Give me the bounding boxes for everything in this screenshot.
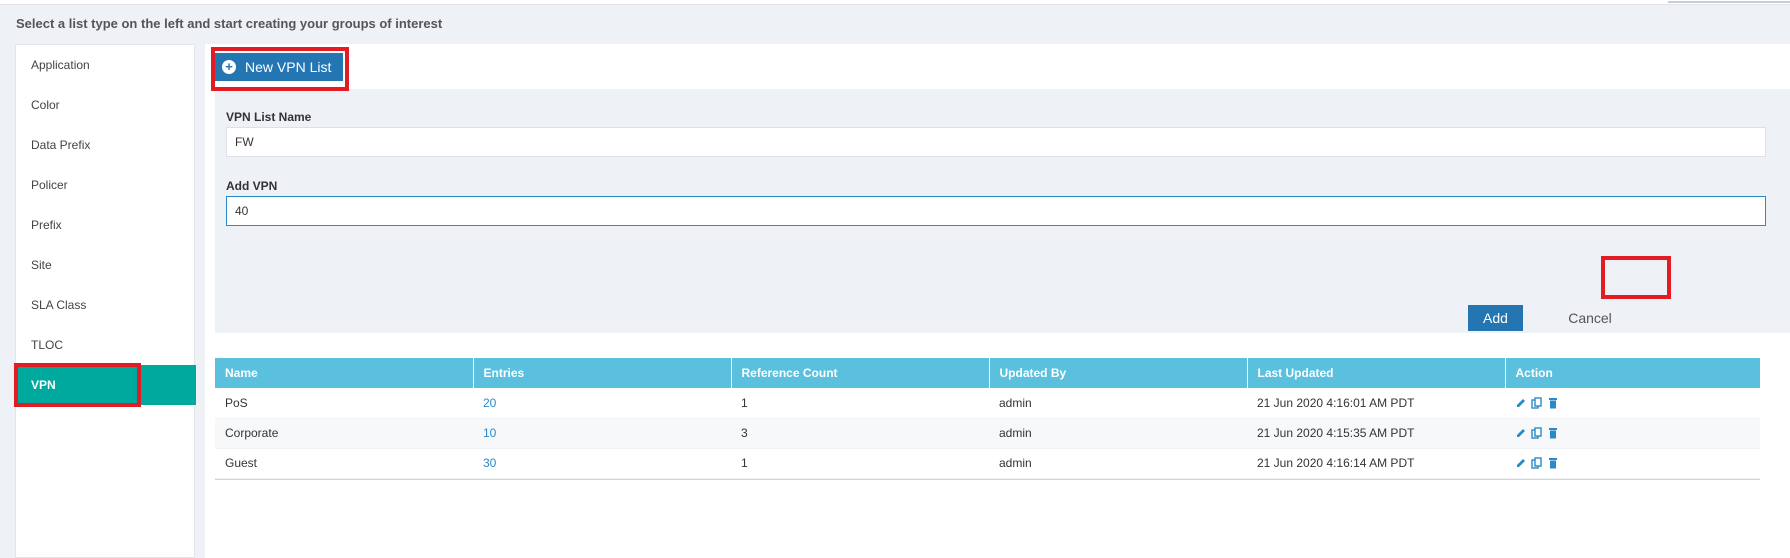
sidebar-item-label: VPN [31,378,56,392]
sidebar-item-sla-class[interactable]: SLA Class [16,285,196,325]
cell-actions [1505,448,1760,479]
sidebar-item-label: Data Prefix [31,138,91,152]
column-header-updated-by[interactable]: Updated By [989,358,1248,388]
cell-entries-link[interactable]: 30 [473,448,731,479]
sidebar-item-vpn[interactable]: VPN [16,365,196,405]
edit-icon[interactable] [1515,397,1527,409]
cell-actions [1505,418,1760,449]
vpn-lists-table: Name Entries Reference Count Updated By … [215,358,1760,479]
sidebar-item-label: Color [31,98,60,112]
column-header-entries[interactable]: Entries [473,358,732,388]
cell-updated-by: admin [989,388,1247,419]
new-vpn-list-label: New VPN List [245,59,332,75]
copy-icon[interactable] [1531,427,1543,439]
sidebar-item-tloc[interactable]: TLOC [16,325,196,365]
copy-icon[interactable] [1531,397,1543,409]
sidebar-item-label: Application [31,58,90,72]
vpn-list-form: VPN List Name Add VPN Add Cancel [215,89,1790,333]
sidebar-item-label: Prefix [31,218,62,232]
main-panel: + New VPN List VPN List Name Add VPN Add… [205,44,1790,558]
table-row: Corporate 10 3 admin 21 Jun 2020 4:15:35… [215,418,1760,449]
cell-reference-count: 1 [731,388,989,419]
add-button[interactable]: Add [1468,305,1523,331]
vpn-lists-table-wrap: Name Entries Reference Count Updated By … [215,358,1790,480]
vpn-list-name-input[interactable] [226,127,1766,157]
cell-updated-by: admin [989,418,1247,449]
cancel-button[interactable]: Cancel [1555,307,1625,329]
sidebar-item-application[interactable]: Application [16,45,196,85]
sidebar-item-policer[interactable]: Policer [16,165,196,205]
table-bottom-border [215,478,1760,480]
column-header-name[interactable]: Name [215,358,474,388]
cell-actions [1505,388,1760,419]
sidebar-item-label: Site [31,258,52,272]
new-vpn-list-button[interactable]: + New VPN List [214,53,343,81]
delete-icon[interactable] [1547,457,1559,469]
cell-reference-count: 3 [731,418,989,449]
table-row: PoS 20 1 admin 21 Jun 2020 4:16:01 AM PD… [215,388,1760,419]
table-header-row: Name Entries Reference Count Updated By … [215,358,1760,388]
sidebar-item-site[interactable]: Site [16,245,196,285]
sidebar-item-label: Policer [31,178,68,192]
cell-reference-count: 1 [731,448,989,479]
cell-entries-link[interactable]: 10 [473,418,731,449]
cell-last-updated: 21 Jun 2020 4:15:35 AM PDT [1247,418,1505,449]
cell-entries-link[interactable]: 20 [473,388,731,419]
vpn-list-name-label: VPN List Name [226,110,312,124]
cell-name: Corporate [215,418,473,449]
cell-last-updated: 21 Jun 2020 4:16:01 AM PDT [1247,388,1505,419]
plus-circle-icon: + [222,60,236,74]
cell-name: PoS [215,388,473,419]
list-type-sidebar: Application Color Data Prefix Policer Pr… [15,44,196,558]
sidebar-item-label: TLOC [31,338,64,352]
cell-updated-by: admin [989,448,1247,479]
delete-icon[interactable] [1547,427,1559,439]
table-row: Guest 30 1 admin 21 Jun 2020 4:16:14 AM … [215,448,1760,479]
edit-icon[interactable] [1515,427,1527,439]
copy-icon[interactable] [1531,457,1543,469]
sidebar-item-prefix[interactable]: Prefix [16,205,196,245]
top-right-tab [1668,0,1790,3]
add-vpn-input[interactable] [226,196,1766,226]
cell-last-updated: 21 Jun 2020 4:16:14 AM PDT [1247,448,1505,479]
action-icons [1515,397,1759,409]
column-header-reference-count[interactable]: Reference Count [731,358,990,388]
action-icons [1515,457,1759,469]
column-header-action: Action [1515,366,1553,380]
delete-icon[interactable] [1547,397,1559,409]
sidebar-item-label: SLA Class [31,298,87,312]
instruction-text: Select a list type on the left and start… [16,16,443,31]
cell-name: Guest [215,448,473,479]
sidebar-item-data-prefix[interactable]: Data Prefix [16,125,196,165]
add-vpn-label: Add VPN [226,179,278,193]
edit-icon[interactable] [1515,457,1527,469]
sidebar-item-color[interactable]: Color [16,85,196,125]
column-header-last-updated[interactable]: Last Updated [1247,358,1506,388]
top-bar [0,0,1790,5]
action-icons [1515,427,1759,439]
